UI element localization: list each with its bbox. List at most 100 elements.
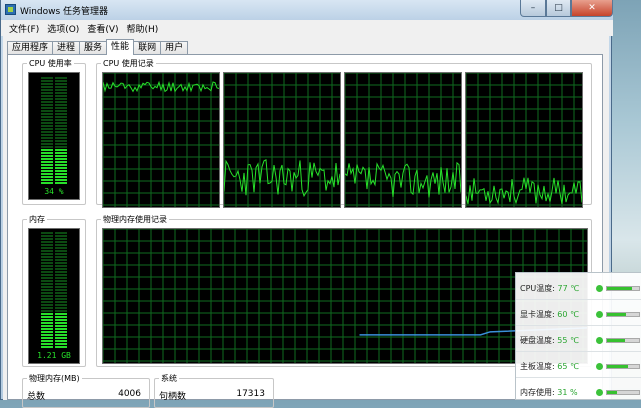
- meter-segment: [55, 304, 67, 306]
- cpu-core-2-graph: [223, 72, 341, 208]
- meter-segment: [41, 346, 53, 348]
- meter-segment: [55, 235, 67, 237]
- tab-services[interactable]: 服务: [79, 41, 108, 55]
- meter-segment: [41, 98, 53, 100]
- cpu-history-line: [466, 177, 582, 205]
- meter-segment: [41, 158, 53, 160]
- meter-segment: [41, 167, 53, 169]
- meter-segment: [55, 307, 67, 309]
- menu-view[interactable]: 查看(V): [83, 22, 122, 35]
- meter-segment: [55, 286, 67, 288]
- memory-meter: 1.21 GB: [28, 228, 80, 364]
- tab-networking[interactable]: 联网: [133, 41, 162, 55]
- meter-segment: [41, 262, 53, 264]
- meter-segment: [41, 271, 53, 273]
- meter-segment: [55, 143, 67, 145]
- meter-segment: [55, 113, 67, 115]
- tab-users[interactable]: 用户: [160, 41, 189, 55]
- meter-segment: [41, 250, 53, 252]
- menu-help[interactable]: 帮助(H): [123, 22, 163, 35]
- meter-segment: [55, 316, 67, 318]
- meter-segment: [41, 122, 53, 124]
- meter-segment: [41, 283, 53, 285]
- meter-segment: [41, 265, 53, 267]
- meter-segment: [41, 89, 53, 91]
- sensor-overlay-widget[interactable]: CPU温度: 77 ℃ 显卡温度: 60 ℃ 硬盘温度: 55 ℃ 主板温度: …: [515, 272, 641, 400]
- meter-segment: [55, 173, 67, 175]
- cpu-history-group: CPU 使用记录: [96, 58, 592, 208]
- meter-segment: [41, 235, 53, 237]
- meter-segment: [55, 155, 67, 157]
- memory-label: 内存: [27, 214, 47, 225]
- sensor-disk-temp-bar: [606, 338, 640, 343]
- tab-applications[interactable]: 应用程序: [7, 41, 54, 55]
- meter-segment: [55, 283, 67, 285]
- meter-segment: [55, 256, 67, 258]
- cpu-core-3-graph: [344, 72, 462, 208]
- menu-options[interactable]: 选项(O): [43, 22, 83, 35]
- sensor-disk-temp-value: 55 ℃: [557, 336, 579, 345]
- meter-segment: [41, 119, 53, 121]
- meter-segment: [55, 80, 67, 82]
- meter-segment: [55, 83, 67, 85]
- meter-segment: [55, 346, 67, 348]
- meter-segment: [41, 289, 53, 291]
- meter-segment: [41, 80, 53, 82]
- physical-memory-total-value: 4006: [118, 389, 141, 399]
- meter-segment: [41, 277, 53, 279]
- meter-segment: [55, 244, 67, 246]
- minimize-button[interactable]: –: [520, 0, 546, 17]
- meter-segment: [55, 77, 67, 79]
- meter-segment: [41, 328, 53, 330]
- meter-segment: [55, 247, 67, 249]
- sensor-divider: [516, 351, 641, 352]
- meter-segment: [41, 107, 53, 109]
- tab-strip: 应用程序 进程 服务 性能 联网 用户: [7, 39, 189, 55]
- physical-memory-total-label: 总数: [27, 392, 46, 402]
- tab-performance[interactable]: 性能: [106, 39, 135, 55]
- close-button[interactable]: ✕: [571, 0, 613, 17]
- meter-segment: [41, 182, 53, 184]
- meter-segment: [41, 298, 53, 300]
- tab-processes[interactable]: 进程: [52, 41, 81, 55]
- meter-segment: [55, 116, 67, 118]
- sensor-divider: [516, 299, 641, 300]
- task-manager-icon: [5, 4, 16, 15]
- meter-segment: [55, 125, 67, 127]
- title-bar[interactable]: Windows 任务管理器 – □ ✕: [1, 0, 613, 20]
- meter-segment: [55, 101, 67, 103]
- meter-segment: [55, 337, 67, 339]
- meter-segment: [55, 179, 67, 181]
- meter-segment: [41, 134, 53, 136]
- meter-segment: [55, 86, 67, 88]
- meter-segment: [55, 340, 67, 342]
- meter-segment: [41, 116, 53, 118]
- meter-segment: [55, 170, 67, 172]
- system-handles-value: 17313: [236, 389, 265, 399]
- meter-segment: [41, 131, 53, 133]
- sensor-gpu-temp-value: 60 ℃: [557, 310, 579, 319]
- memory-history-label: 物理内存使用记录: [101, 214, 169, 225]
- meter-segment: [55, 274, 67, 276]
- meter-segment: [41, 304, 53, 306]
- meter-segment: [55, 110, 67, 112]
- meter-segment: [41, 307, 53, 309]
- sensor-row-board-temp: 主板温度: 65 ℃: [520, 359, 640, 373]
- meter-segment: [55, 232, 67, 234]
- meter-segment: [55, 319, 67, 321]
- meter-segment: [55, 298, 67, 300]
- menu-file[interactable]: 文件(F): [5, 22, 43, 35]
- meter-segment: [55, 265, 67, 267]
- meter-segment: [41, 149, 53, 151]
- meter-segment: [41, 179, 53, 181]
- meter-segment: [55, 295, 67, 297]
- meter-segment: [55, 137, 67, 139]
- sensor-gpu-temp-bar: [606, 312, 640, 317]
- meter-segment: [41, 92, 53, 94]
- sensor-row-disk-temp: 硬盘温度: 55 ℃: [520, 333, 640, 347]
- meter-segment: [41, 128, 53, 130]
- performance-panel: CPU 使用率 34 % CPU 使用记录 内存 1.21 GB 物理内存使用记…: [7, 54, 603, 408]
- maximize-button[interactable]: □: [546, 0, 571, 17]
- meter-segment: [55, 119, 67, 121]
- window-title: Windows 任务管理器: [20, 7, 109, 17]
